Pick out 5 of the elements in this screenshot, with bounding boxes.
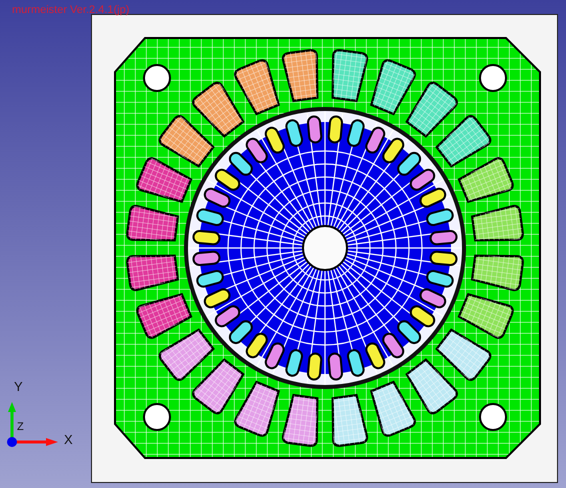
axis-triad-icon (4, 400, 60, 448)
axis-label: Y (14, 380, 23, 393)
axis-label: X (64, 433, 73, 446)
axis-label: Z (17, 422, 24, 433)
app-title: murmeister Ver.2.4.1(jp) (12, 4, 130, 16)
